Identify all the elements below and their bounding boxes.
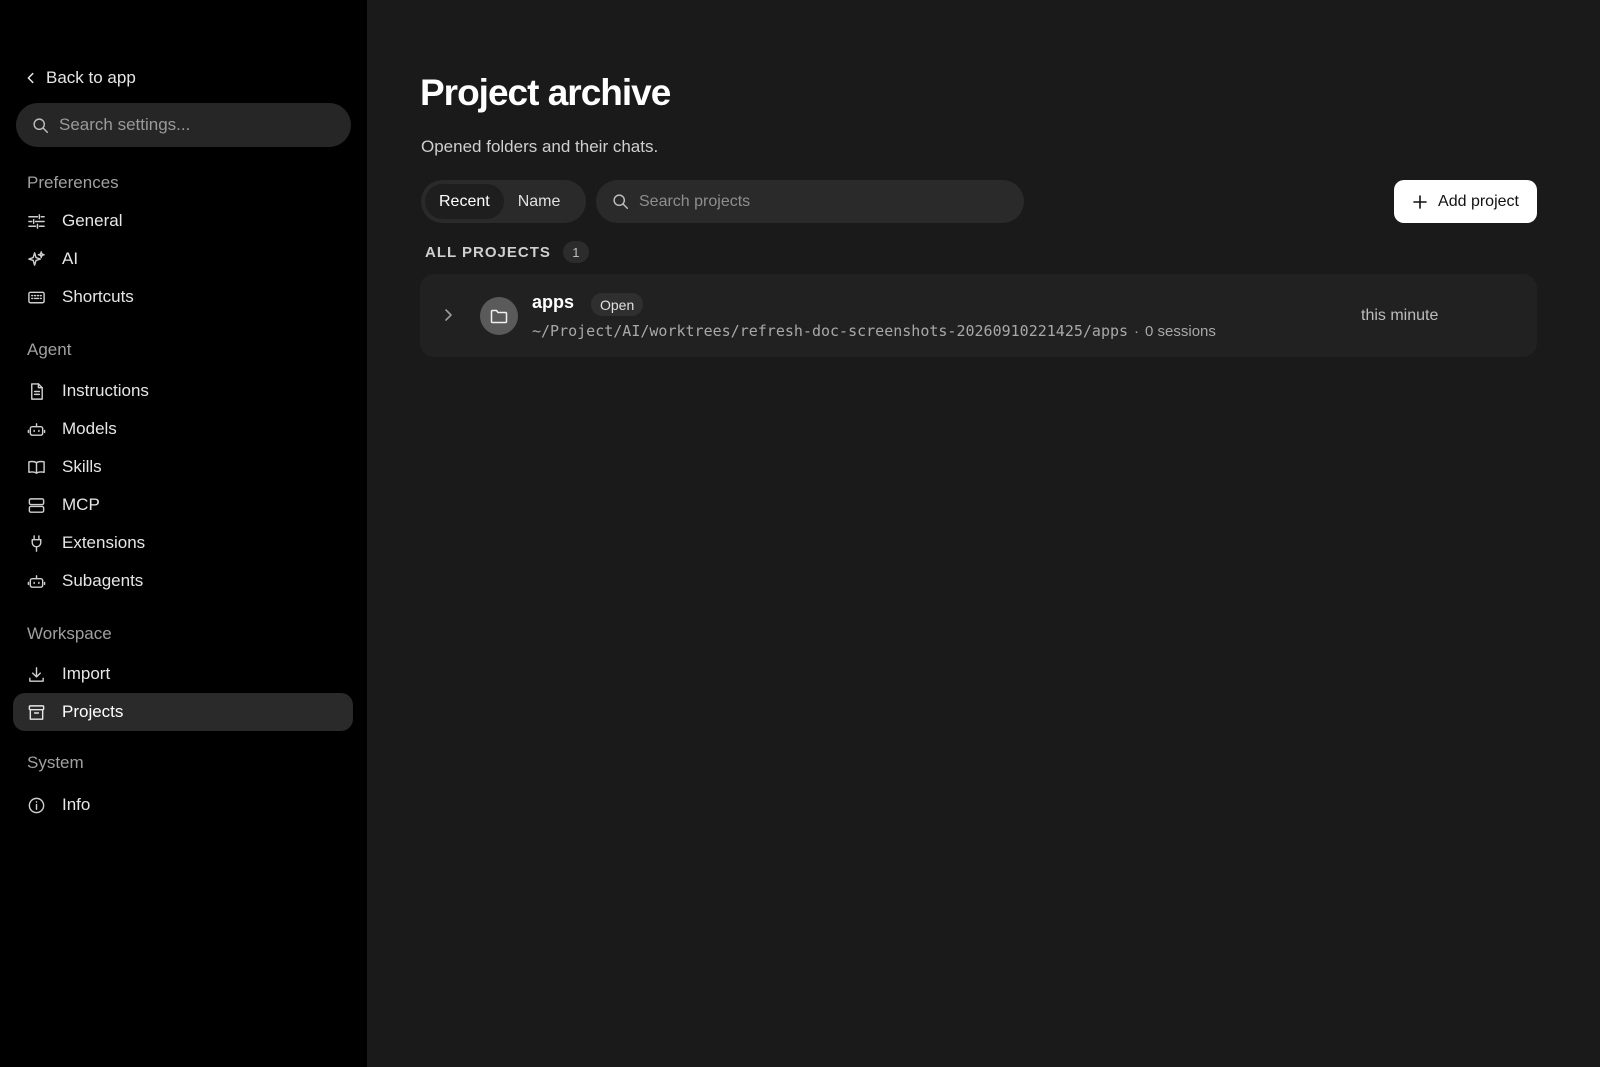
sidebar-item-info[interactable]: Info [13, 786, 353, 824]
sidebar-item-label: Subagents [62, 571, 144, 590]
search-icon [33, 117, 49, 133]
page-subtitle: Opened folders and their chats. [421, 137, 659, 156]
sidebar-item-label: Projects [62, 702, 124, 721]
section-title-agent: Agent [27, 340, 72, 359]
keyboard-icon [28, 291, 45, 303]
project-path: ~/Project/AI/worktrees/refresh-doc-scree… [532, 322, 1129, 340]
page-title: Project archive [420, 72, 671, 113]
sidebar-item-ai[interactable]: AI [13, 240, 353, 278]
project-toolbar: Recent Name Add project [421, 180, 1537, 223]
sidebar-item-label: Models [62, 419, 117, 438]
project-search[interactable] [596, 180, 1024, 223]
sparkles-icon [28, 250, 45, 266]
project-name: apps [532, 292, 575, 312]
chevron-right-icon[interactable] [440, 307, 456, 323]
sidebar-item-label: Info [62, 795, 91, 814]
sidebar-item-shortcuts[interactable]: Shortcuts [13, 278, 353, 316]
add-project-label: Add project [1438, 192, 1519, 210]
section-title-preferences: Preferences [27, 173, 119, 192]
sidebar-item-label: AI [62, 249, 79, 268]
group-header: ALL PROJECTS 1 [425, 241, 589, 263]
sidebar-item-models[interactable]: Models [13, 410, 353, 448]
project-row[interactable]: apps Open ~/Project/AI/worktrees/refresh… [420, 274, 1537, 357]
sidebar-item-general[interactable]: General [13, 202, 353, 240]
last-opened-time: this minute [1361, 307, 1439, 324]
sort-toggle: Recent Name [421, 180, 586, 223]
robot-icon [27, 422, 46, 436]
meta-separator: · [1134, 323, 1140, 340]
sidebar: Back to app Preferences General AI Short… [0, 0, 367, 1067]
sort-tab-recent[interactable]: Recent [425, 184, 504, 219]
project-avatar [480, 297, 518, 335]
sidebar-item-label: Import [62, 664, 111, 683]
folder-icon [490, 309, 508, 324]
project-search-input[interactable] [639, 192, 1008, 211]
section-title-workspace: Workspace [27, 624, 112, 643]
sort-tab-name[interactable]: Name [504, 184, 575, 219]
sidebar-item-label: Shortcuts [62, 287, 134, 306]
back-to-app-link[interactable]: Back to app [24, 62, 354, 94]
sidebar-item-skills[interactable]: Skills [13, 448, 353, 486]
settings-search-input[interactable] [59, 115, 335, 135]
group-label: ALL PROJECTS [425, 243, 551, 261]
status-badge: Open [591, 293, 644, 316]
book-icon [28, 460, 45, 474]
project-meta: ~/Project/AI/worktrees/refresh-doc-scree… [532, 322, 1216, 340]
server-icon [28, 497, 45, 513]
sliders-icon [28, 213, 45, 229]
info-icon [28, 797, 45, 813]
back-to-app-label: Back to app [46, 68, 136, 87]
session-count: 0 sessions [1145, 323, 1216, 340]
plus-icon [1413, 194, 1427, 209]
add-project-button[interactable]: Add project [1394, 180, 1537, 223]
settings-window: Back to app Preferences General AI Short… [0, 0, 1600, 1067]
download-icon [29, 666, 44, 682]
archive-icon [28, 704, 45, 720]
project-count-badge: 1 [562, 241, 589, 263]
sidebar-item-mcp[interactable]: MCP [13, 486, 353, 524]
robot-icon [27, 574, 46, 588]
chevron-left-icon [27, 72, 34, 84]
section-title-system: System [27, 753, 84, 772]
search-icon [613, 194, 629, 210]
sidebar-item-label: Instructions [62, 381, 149, 400]
main-content: Project archive Opened folders and their… [367, 0, 1600, 1067]
sidebar-item-label: Extensions [62, 533, 146, 552]
settings-search[interactable] [16, 103, 351, 147]
sidebar-item-import[interactable]: Import [13, 655, 353, 693]
sidebar-item-projects[interactable]: Projects [13, 693, 353, 731]
sidebar-item-instructions[interactable]: Instructions [13, 372, 353, 410]
sidebar-item-label: General [62, 211, 123, 230]
sidebar-item-label: MCP [62, 495, 100, 514]
plug-icon [31, 534, 42, 552]
sidebar-item-subagents[interactable]: Subagents [13, 562, 353, 600]
sidebar-item-extensions[interactable]: Extensions [13, 524, 353, 562]
sidebar-item-label: Skills [62, 457, 102, 476]
document-icon [31, 382, 43, 400]
